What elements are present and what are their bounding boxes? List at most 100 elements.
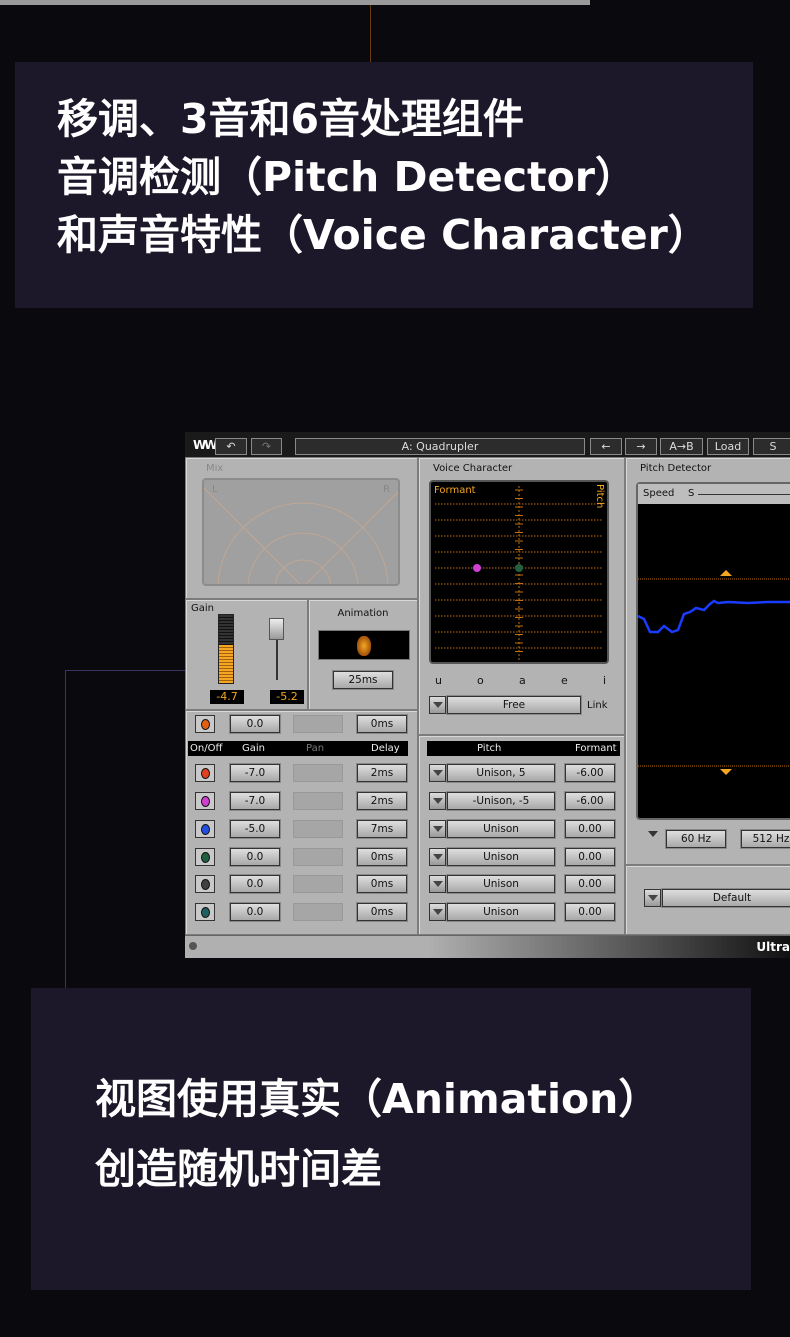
prev-preset-button[interactable]: ← — [590, 438, 622, 455]
voice-onoff-button[interactable] — [195, 903, 215, 921]
face-icon — [357, 636, 371, 656]
mix-left-label: L — [212, 484, 218, 495]
voice-gain-field[interactable]: -5.0 — [230, 820, 280, 838]
formant-axis-label: Formant — [434, 485, 476, 496]
voice-formant-field[interactable]: 0.00 — [565, 875, 615, 893]
voice-gain-field[interactable]: -7.0 — [230, 764, 280, 782]
a-to-b-button[interactable]: A→B — [660, 438, 703, 455]
brand-label: Ultra — [756, 940, 790, 954]
voice-onoff-button[interactable] — [195, 820, 215, 838]
low-frequency-button[interactable]: 60 Hz — [666, 830, 726, 848]
link-label: Link — [587, 700, 608, 711]
pitch-dropdown-icon[interactable] — [429, 848, 446, 866]
caption-line: 创造随机时间差 — [95, 1145, 382, 1193]
voices-header: On/Off Gain Pan Delay — [188, 741, 408, 756]
preset-dropdown[interactable]: Default — [662, 889, 790, 907]
voice-pan-field[interactable] — [293, 820, 343, 838]
gain-meter — [218, 614, 234, 684]
voice-face-icon — [201, 879, 210, 890]
voice-delay-field[interactable]: 0ms — [357, 875, 407, 893]
mix-arcs — [204, 487, 398, 584]
gain-panel: Gain -4.7 -5.2 — [185, 599, 308, 710]
mode-dropdown-icon[interactable] — [429, 696, 446, 714]
load-button[interactable]: Load — [707, 438, 749, 455]
pitch-dropdown-icon[interactable] — [429, 792, 446, 810]
pitch-line — [638, 599, 790, 634]
voice-pan-field[interactable] — [293, 848, 343, 866]
redo-button[interactable]: ↷ — [251, 438, 282, 455]
voice-pan-field[interactable] — [293, 903, 343, 921]
voice-delay-field[interactable]: 2ms — [357, 792, 407, 810]
mix-pad[interactable]: L R — [202, 478, 400, 586]
mode-dropdown[interactable]: Free — [447, 696, 581, 714]
divider-line — [370, 5, 371, 62]
preset-name[interactable]: A: Quadrupler — [295, 438, 585, 455]
resize-icon[interactable] — [189, 942, 197, 950]
undo-button[interactable]: ↶ — [215, 438, 247, 455]
lower-limit-marker — [720, 769, 732, 775]
upper-limit-marker — [720, 570, 732, 576]
pitch-dropdown-icon[interactable] — [429, 875, 446, 893]
voice-pitch-dropdown[interactable]: Unison, 5 — [447, 764, 555, 782]
caption-line: 音调检测（Pitch Detector） — [57, 153, 637, 201]
voice-gain-field[interactable]: 0.0 — [230, 848, 280, 866]
pitch-dropdown-icon[interactable] — [429, 764, 446, 782]
gain-fader-value: -5.2 — [270, 690, 304, 704]
voice-formant-field[interactable]: 0.00 — [565, 903, 615, 921]
voice-pitch-dropdown[interactable]: Unison — [447, 903, 555, 921]
footer-bar: Ultra — [185, 935, 790, 958]
animation-time-button[interactable]: 25ms — [333, 671, 393, 689]
master-delay-field[interactable]: 0ms — [357, 715, 407, 733]
voice-formant-field[interactable]: 0.00 — [565, 848, 615, 866]
master-gain-field[interactable]: 0.0 — [230, 715, 280, 733]
pitch-graph — [638, 570, 790, 775]
voice-delay-field[interactable]: 0ms — [357, 903, 407, 921]
range-menu-icon[interactable] — [648, 831, 658, 841]
voice-onoff-button[interactable] — [195, 848, 215, 866]
gain-fader-handle[interactable] — [269, 618, 284, 640]
speed-slider[interactable] — [698, 494, 790, 495]
power-icon — [201, 719, 210, 730]
voice-gain-field[interactable]: -7.0 — [230, 792, 280, 810]
voice-character-panel: Voice Character Formant Pitch u o a e i Free… — [418, 457, 625, 735]
voice-pitch-dropdown[interactable]: Unison — [447, 848, 555, 866]
pitch-formant-header: Pitch Formant — [427, 741, 620, 756]
voice-pitch-dropdown[interactable]: Unison — [447, 820, 555, 838]
voice-pan-field[interactable] — [293, 875, 343, 893]
caption-bottom: 视图使用真实（Animation） 创造随机时间差 — [31, 988, 751, 1290]
voice-point — [515, 564, 523, 572]
high-frequency-button[interactable]: 512 Hz — [741, 830, 790, 848]
voice-delay-field[interactable]: 0ms — [357, 848, 407, 866]
voice-gain-field[interactable]: 0.0 — [230, 875, 280, 893]
voice-pitch-dropdown[interactable]: Unison — [447, 875, 555, 893]
mix-label: Mix — [206, 463, 224, 474]
formant-column-header: Formant — [575, 743, 617, 754]
pitch-detector-panel: Pitch Detector Speed S 60 Hz 512 Hz — [625, 457, 790, 865]
voice-formant-field[interactable]: -6.00 — [565, 764, 615, 782]
voice-onoff-button[interactable] — [195, 764, 215, 782]
voice-pan-field[interactable] — [293, 792, 343, 810]
voice-onoff-button[interactable] — [195, 875, 215, 893]
voice-character-display[interactable]: Formant Pitch — [429, 480, 609, 664]
preset-dropdown-icon[interactable] — [644, 889, 661, 907]
master-onoff-button[interactable] — [195, 715, 215, 733]
onoff-column-header: On/Off — [190, 743, 223, 754]
vowel-label: u — [435, 674, 442, 687]
voice-formant-field[interactable]: -6.00 — [565, 792, 615, 810]
voice-face-icon — [201, 824, 210, 835]
vowel-label: e — [561, 674, 568, 687]
voice-onoff-button[interactable] — [195, 792, 215, 810]
save-button[interactable]: S — [753, 438, 790, 455]
next-preset-button[interactable]: → — [625, 438, 657, 455]
master-pan-field[interactable] — [293, 715, 343, 733]
pan-column-header: Pan — [306, 743, 325, 754]
caption-line: 视图使用真实（Animation） — [95, 1075, 660, 1123]
voice-delay-field[interactable]: 2ms — [357, 764, 407, 782]
voice-formant-field[interactable]: 0.00 — [565, 820, 615, 838]
voice-pitch-dropdown[interactable]: -Unison, -5 — [447, 792, 555, 810]
voice-gain-field[interactable]: 0.0 — [230, 903, 280, 921]
voice-delay-field[interactable]: 7ms — [357, 820, 407, 838]
pitch-dropdown-icon[interactable] — [429, 820, 446, 838]
voice-pan-field[interactable] — [293, 764, 343, 782]
pitch-dropdown-icon[interactable] — [429, 903, 446, 921]
